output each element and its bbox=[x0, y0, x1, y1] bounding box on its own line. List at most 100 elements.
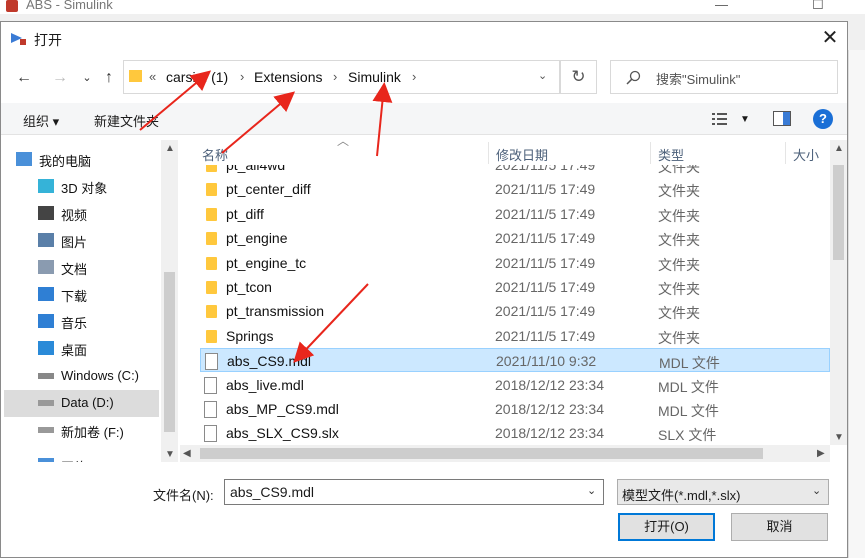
file-row[interactable]: pt_engine 2021/11/5 17:49 文件夹 bbox=[200, 226, 830, 250]
address-overflow[interactable]: « bbox=[149, 69, 156, 84]
file-row[interactable]: abs_live.mdl 2018/12/12 23:34 MDL 文件 bbox=[200, 373, 830, 397]
file-name: abs_MP_CS9.mdl bbox=[226, 401, 339, 417]
simulink-app-icon bbox=[6, 0, 18, 12]
filename-dropdown-chevron-icon[interactable]: ⌄ bbox=[587, 484, 596, 497]
view-options-icon[interactable] bbox=[712, 112, 730, 126]
sidebar-item[interactable]: 新加卷 (F:) bbox=[4, 417, 159, 444]
file-date: 2021/11/5 17:49 bbox=[495, 327, 596, 344]
breadcrumb-separator-icon[interactable]: › bbox=[240, 69, 244, 84]
up-arrow-icon[interactable]: ↑ bbox=[98, 66, 120, 90]
address-dropdown-chevron-icon[interactable]: ⌄ bbox=[538, 69, 547, 82]
column-divider[interactable] bbox=[650, 142, 651, 164]
sidebar-item[interactable]: 下载 bbox=[4, 281, 159, 308]
file-date: 2021/11/5 17:49 bbox=[495, 181, 596, 198]
new-folder-button[interactable]: 新建文件夹 bbox=[94, 111, 159, 130]
folder-icon bbox=[129, 70, 142, 82]
sidebar-item[interactable]: 桌面 bbox=[4, 335, 159, 362]
column-divider[interactable] bbox=[488, 142, 489, 164]
breadcrumb-extensions[interactable]: Extensions bbox=[254, 69, 322, 85]
sidebar-scroll-up-icon[interactable]: ▲ bbox=[165, 143, 175, 154]
cancel-button[interactable]: 取消 bbox=[731, 513, 828, 541]
file-date: 2021/11/5 17:49 bbox=[495, 279, 596, 295]
file-row[interactable]: pt_transmission 2021/11/5 17:49 文件夹 bbox=[200, 299, 830, 323]
dialog-title: 打开 bbox=[34, 32, 62, 48]
windows-drive-icon bbox=[38, 373, 54, 379]
maximize-icon[interactable]: ☐ bbox=[812, 0, 824, 13]
music-icon bbox=[38, 314, 54, 328]
sidebar-item-label: 图片 bbox=[61, 235, 88, 250]
file-row[interactable]: pt_all4wd 2021/11/5 17:49 文件夹 bbox=[200, 165, 830, 177]
file-row[interactable]: abs_CS9.mdl 2021/11/10 9:32 MDL 文件 bbox=[200, 348, 830, 373]
scroll-up-icon[interactable]: ▲ bbox=[834, 143, 844, 154]
background-window-title: ABS - Simulink bbox=[26, 0, 113, 12]
sidebar-item-label: 网络 bbox=[61, 457, 87, 462]
file-name: abs_SLX_CS9.slx bbox=[226, 425, 339, 442]
file-date: 2021/11/5 17:49 bbox=[495, 205, 596, 222]
sidebar-item[interactable]: 图片 bbox=[4, 227, 159, 254]
breadcrumb-carsim[interactable]: carsim (1) bbox=[166, 69, 228, 85]
file-type: MDL 文件 bbox=[659, 355, 720, 372]
folder-icon bbox=[206, 232, 217, 246]
file-icon bbox=[204, 376, 217, 394]
file-type: 文件夹 bbox=[658, 256, 700, 273]
sidebar-item[interactable]: 我的电脑 bbox=[0, 146, 137, 173]
sidebar-item-label: 下载 bbox=[61, 289, 88, 304]
sidebar-scroll-down-icon[interactable]: ▼ bbox=[165, 449, 175, 460]
open-button[interactable]: 打开(O) bbox=[618, 513, 715, 541]
sidebar-item-label: 文档 bbox=[61, 262, 88, 277]
close-icon[interactable]: ✕ bbox=[818, 26, 842, 50]
file-row[interactable]: pt_tcon 2021/11/5 17:49 文件夹 bbox=[200, 275, 830, 299]
folder-icon bbox=[206, 207, 217, 221]
sidebar-scrollbar-thumb[interactable] bbox=[164, 272, 175, 432]
sidebar-item-label: 视频 bbox=[61, 208, 88, 223]
file-row[interactable]: abs_MP_CS9.mdl 2018/12/12 23:34 MDL 文件 bbox=[200, 397, 830, 421]
back-arrow-icon[interactable]: ← bbox=[13, 66, 35, 90]
file-name: pt_engine bbox=[226, 230, 288, 247]
sidebar-item[interactable]: Data (D:) bbox=[4, 390, 159, 417]
sidebar-item[interactable]: 文档 bbox=[4, 254, 159, 281]
refresh-icon[interactable]: ↻ bbox=[560, 60, 597, 94]
download-icon bbox=[38, 287, 54, 301]
folder-icon bbox=[206, 256, 217, 270]
filename-input[interactable]: abs_CS9.mdl bbox=[224, 479, 604, 505]
breadcrumb-separator-icon[interactable]: › bbox=[333, 69, 337, 84]
file-row[interactable]: pt_engine_tc 2021/11/5 17:49 文件夹 bbox=[200, 251, 830, 275]
preview-pane-icon[interactable] bbox=[773, 111, 791, 126]
forward-arrow-icon[interactable]: → bbox=[49, 66, 71, 90]
sidebar-item[interactable]: Windows (C:) bbox=[4, 363, 159, 390]
file-date: 2021/11/10 9:32 bbox=[496, 353, 597, 370]
folder-icon bbox=[206, 305, 217, 319]
sidebar-item[interactable]: 3D 对象 bbox=[4, 173, 159, 200]
filetype-chevron-icon[interactable]: ⌄ bbox=[812, 484, 821, 497]
column-divider[interactable] bbox=[785, 142, 786, 164]
search-icon bbox=[626, 70, 641, 85]
file-row[interactable]: abs_SLX_CS9.slx 2018/12/12 23:34 SLX 文件 bbox=[200, 421, 830, 445]
file-list-scrollbar-thumb[interactable] bbox=[833, 165, 844, 260]
sidebar-item[interactable]: 网络 bbox=[4, 452, 159, 462]
file-row[interactable]: Springs 2021/11/5 17:49 文件夹 bbox=[200, 324, 830, 348]
filetype-select[interactable]: 模型文件(*.mdl,*.slx) bbox=[617, 479, 829, 505]
scroll-down-icon[interactable]: ▼ bbox=[834, 432, 844, 443]
folder-icon bbox=[206, 281, 217, 294]
breadcrumb-simulink[interactable]: Simulink bbox=[348, 69, 401, 85]
file-row[interactable]: pt_center_diff 2021/11/5 17:49 文件夹 bbox=[200, 177, 830, 201]
file-name: pt_transmission bbox=[226, 303, 325, 320]
view-dropdown-icon[interactable]: ▼ bbox=[740, 114, 750, 125]
file-row[interactable]: pt_diff 2021/11/5 17:49 文件夹 bbox=[200, 202, 830, 226]
sidebar-item[interactable]: 音乐 bbox=[4, 308, 159, 335]
scroll-left-icon[interactable]: ◀ bbox=[183, 448, 191, 459]
recent-locations-chevron-icon[interactable]: ⌄ bbox=[76, 66, 98, 90]
sidebar-item-label: Data (D:) bbox=[61, 395, 114, 410]
sidebar-item-label: 3D 对象 bbox=[61, 181, 108, 196]
search-placeholder: 搜索"Simulink" bbox=[656, 72, 741, 87]
sidebar-item[interactable]: 视频 bbox=[4, 200, 159, 227]
horizontal-scrollbar-thumb[interactable] bbox=[200, 448, 763, 459]
help-icon[interactable]: ? bbox=[813, 109, 833, 129]
breadcrumb-separator-icon[interactable]: › bbox=[412, 69, 416, 84]
folder-icon bbox=[206, 329, 217, 343]
scroll-right-icon[interactable]: ▶ bbox=[817, 448, 825, 459]
minimize-icon[interactable]: — bbox=[715, 0, 728, 12]
background-window-titlebar bbox=[0, 0, 865, 14]
file-name: pt_center_diff bbox=[226, 181, 311, 198]
organize-button[interactable]: 组织 ▾ bbox=[23, 111, 59, 130]
